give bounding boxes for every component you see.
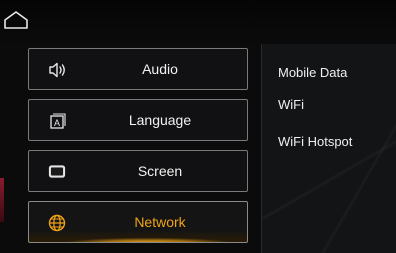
globe-icon [48, 214, 66, 232]
svg-text:A: A [54, 118, 60, 128]
option-mobile-data[interactable]: Mobile Data [278, 65, 347, 80]
home-icon[interactable] [4, 10, 28, 30]
edge-accent [0, 178, 4, 222]
menu-item-screen[interactable]: Screen [28, 150, 248, 192]
menu-item-audio[interactable]: Audio [28, 48, 248, 90]
speaker-icon [49, 62, 65, 78]
settings-menu: Audio A Language Screen Network [28, 48, 248, 252]
network-options-panel: Mobile Data WiFi WiFi Hotspot [261, 44, 396, 253]
menu-item-label: Screen [137, 163, 183, 179]
menu-item-network[interactable]: Network [28, 201, 248, 243]
option-wifi-hotspot[interactable]: WiFi Hotspot [278, 134, 352, 149]
menu-item-label: Audio [142, 61, 178, 77]
menu-item-label: Network [134, 214, 186, 230]
menu-item-language[interactable]: A Language [28, 99, 248, 141]
option-wifi[interactable]: WiFi [278, 97, 304, 112]
screen-icon [48, 165, 66, 178]
top-bar [0, 0, 396, 46]
language-icon: A [50, 113, 66, 129]
menu-item-label: Language [128, 112, 192, 128]
